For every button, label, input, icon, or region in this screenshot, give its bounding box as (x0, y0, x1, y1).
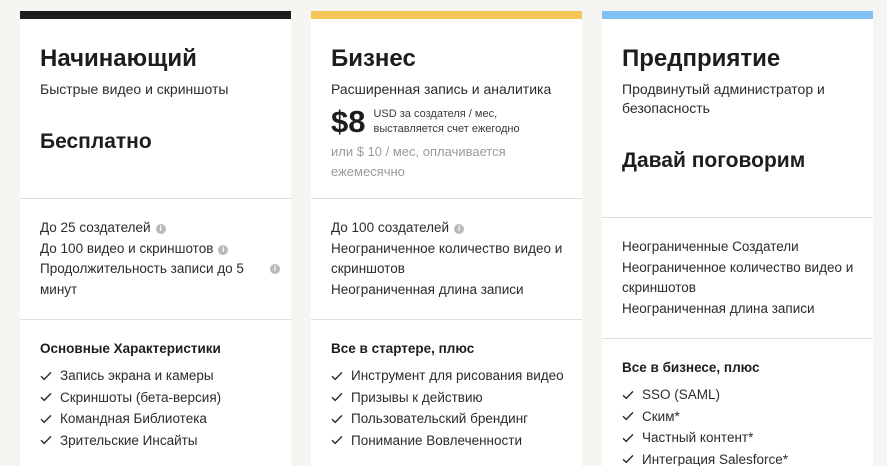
plan-title: Бизнес (331, 45, 416, 72)
features-list: SSO (SAML) Ским* Частный контент* Интегр… (622, 384, 862, 466)
limit-item: Неограниченная длина записи (622, 299, 862, 320)
info-circle-icon[interactable]: i (270, 264, 280, 274)
feature-item: Ским* (622, 406, 862, 428)
divider (602, 217, 873, 218)
plan-price: $8 (331, 104, 366, 139)
feature-label: SSO (SAML) (642, 387, 721, 403)
feature-item: Командная Библиотека (40, 408, 280, 430)
feature-item: Запись экрана и камеры (40, 365, 280, 387)
plan-card-business: Бизнес Расширенная запись и аналитика $8… (311, 11, 582, 466)
feature-item: Скриншоты (бета-версия) (40, 387, 280, 409)
divider (20, 198, 291, 199)
feature-item: Призывы к действию (331, 387, 571, 409)
check-icon (331, 436, 343, 445)
check-icon (331, 393, 343, 402)
limit-text: До 100 видео и скриншотов (40, 240, 214, 256)
check-icon (622, 390, 634, 400)
plan-color-bar (602, 11, 873, 19)
feature-label: Призывы к действию (351, 389, 483, 405)
limit-text: Неограниченная длина записи (331, 281, 524, 297)
price-row: $8 USD за создателя / мес, выставляется … (331, 106, 533, 137)
plan-limits: До 25 создателей i До 100 видео и скриншо… (40, 218, 280, 300)
plan-limits: До 100 создателей i Неограниченное количе… (331, 218, 571, 300)
plan-price: Бесплатно (40, 130, 152, 153)
limit-text: До 100 создателей (331, 220, 450, 235)
plan-card-enterprise: Предприятие Продвинутый администратор и … (602, 11, 873, 466)
info-circle-icon[interactable]: i (155, 224, 166, 234)
feature-label: Запись экрана и камеры (60, 368, 214, 384)
limit-item: До 25 создателей i (40, 218, 280, 239)
plan-color-bar (20, 11, 291, 19)
check-icon (40, 414, 52, 424)
check-icon (622, 433, 634, 443)
feature-label: Командная Библиотека (60, 411, 207, 427)
feature-label: Частный контент* (642, 430, 754, 446)
limit-item: Неограниченная длина записи (331, 280, 571, 301)
plan-title: Предприятие (622, 45, 781, 72)
divider (602, 338, 873, 339)
feature-item: Зрительские Инсайты (40, 430, 280, 452)
feature-item: Пользовательский брендинг (331, 408, 571, 430)
plan-title: Начинающий (40, 45, 197, 72)
plan-color-bar (311, 11, 582, 19)
price-note: USD за создателя / мес, выставляется сче… (373, 108, 520, 135)
alt-price: или $ 10 / мес, оплачивается ежемесячно (331, 144, 506, 179)
features-heading: Все в бизнесе, плюс (622, 360, 760, 375)
features-heading: Основные Характеристики (40, 341, 221, 356)
check-icon (40, 436, 52, 445)
limit-text: Неограниченные Создатели (622, 239, 799, 254)
feature-item: Инструмент для рисования видео (331, 365, 571, 387)
limit-text: Неограниченное количество видео и скринш… (622, 259, 854, 296)
feature-item: Интеграция Salesforce* (622, 449, 862, 466)
plan-subtitle: Продвинутый администратор и безопасность (622, 81, 825, 116)
check-icon (622, 455, 634, 464)
divider (311, 198, 582, 199)
check-icon (40, 371, 52, 381)
limit-item: Неограниченное количество видео и скринш… (622, 258, 862, 299)
divider (311, 319, 582, 320)
feature-label: Пользовательский брендинг (351, 411, 529, 427)
check-icon (622, 412, 634, 421)
features-list: Запись экрана и камеры Скриншоты (бета-в… (40, 365, 280, 451)
feature-label: Инструмент для рисования видео (351, 368, 564, 384)
check-icon (331, 371, 343, 381)
feature-item: SSO (SAML) (622, 384, 862, 406)
feature-label: Понимание Вовлеченности (351, 432, 522, 448)
divider (20, 319, 291, 320)
plan-limits: Неограниченные Создатели Неограниченное … (622, 237, 862, 319)
features-list: Инструмент для рисования видео Призывы к… (331, 365, 571, 451)
limit-text: Неограниченная длина записи (622, 300, 815, 316)
feature-label: Скриншоты (бета-версия) (60, 389, 222, 405)
plan-subtitle: Быстрые видео и скриншоты (40, 81, 229, 97)
plan-price: Давай поговорим (622, 149, 806, 172)
limit-item: Продолжительность записи до 5 минут i (40, 259, 280, 300)
feature-label: Интеграция Salesforce* (642, 451, 789, 466)
feature-item: Частный контент* (622, 427, 862, 449)
limit-text: Продолжительность записи до 5 минут (40, 261, 244, 297)
check-icon (331, 414, 343, 424)
info-circle-icon[interactable]: i (454, 224, 465, 234)
feature-item: Понимание Вовлеченности (331, 430, 571, 452)
plan-card-starter: Начинающий Быстрые видео и скриншоты Бес… (20, 11, 291, 466)
info-circle-icon[interactable]: i (218, 244, 229, 255)
plan-subtitle: Расширенная запись и аналитика (331, 81, 552, 97)
limit-item: Неограниченное количество видео и скринш… (331, 239, 571, 280)
feature-label: Ским* (642, 408, 680, 424)
limit-text: Неограниченное количество видео и скринш… (331, 240, 563, 277)
limit-item: До 100 создателей i (331, 218, 571, 239)
feature-label: Зрительские Инсайты (60, 432, 198, 448)
limit-item: Неограниченные Создатели (622, 237, 862, 258)
limit-item: До 100 видео и скриншотов i (40, 239, 280, 260)
check-icon (40, 393, 52, 402)
features-heading: Все в стартере, плюс (331, 341, 475, 356)
limit-text: До 25 создателей (40, 220, 151, 235)
